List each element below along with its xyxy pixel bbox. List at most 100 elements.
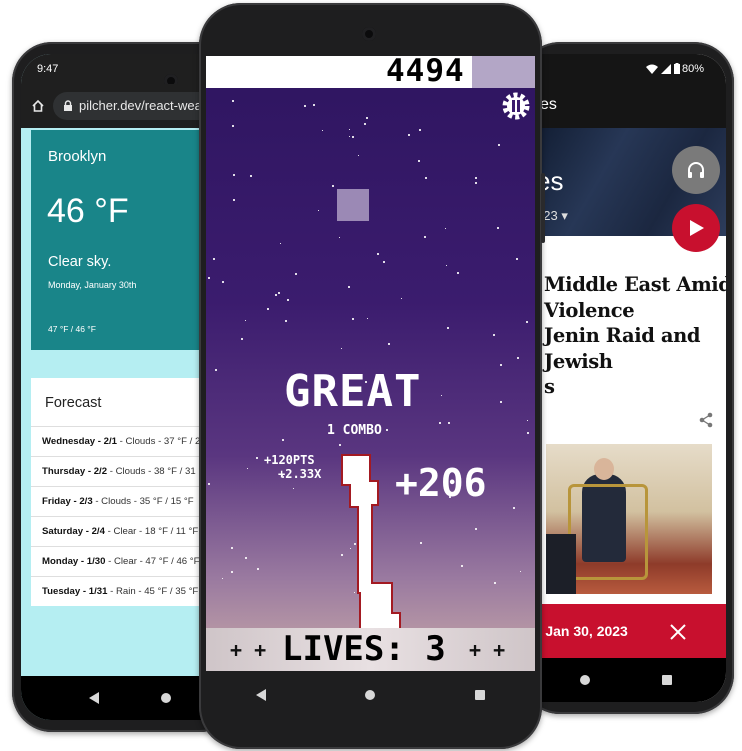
points-gained: +206 xyxy=(395,461,487,505)
star xyxy=(247,468,248,469)
recents-nav-icon[interactable] xyxy=(662,675,672,685)
combo-text: 1 COMBO xyxy=(327,423,382,438)
share-icon[interactable] xyxy=(698,412,714,428)
star xyxy=(245,320,246,321)
home-nav-icon[interactable] xyxy=(365,690,376,700)
star xyxy=(446,265,447,266)
star xyxy=(208,277,210,279)
star xyxy=(425,177,427,179)
forecast-info: - Clouds - 35 °F / 15 °F xyxy=(92,496,194,507)
star xyxy=(233,199,235,201)
star xyxy=(517,357,519,359)
current-temperature: 46 °F xyxy=(47,192,129,230)
star xyxy=(520,571,521,572)
falling-block xyxy=(337,189,369,221)
current-weather-card: Brooklyn 46 °F Clear sky. Monday, Januar… xyxy=(31,130,209,350)
star xyxy=(232,125,234,127)
status-time: 9:47 xyxy=(37,63,59,75)
lives-decor-left: + + xyxy=(230,638,267,662)
star xyxy=(527,420,528,421)
star xyxy=(475,528,477,530)
weather-date: Monday, January 30th xyxy=(48,280,137,290)
front-camera xyxy=(362,27,376,41)
star xyxy=(475,177,477,179)
star xyxy=(213,258,215,260)
audio-button[interactable] xyxy=(672,146,720,194)
home-nav-icon[interactable] xyxy=(161,693,171,703)
star xyxy=(366,117,368,119)
center-phone: 4494 GREAT 1 COMBO +120PTS +2.33X +206 +… xyxy=(199,3,545,749)
star xyxy=(500,364,502,366)
forecast-info: - Rain - 45 °F / 35 °F xyxy=(107,586,199,597)
forecast-row: Monday - 1/30 - Clear - 47 °F / 46 °F xyxy=(31,546,221,577)
star xyxy=(500,401,502,403)
article-photo[interactable] xyxy=(546,444,712,594)
forecast-day: Tuesday - 1/31 xyxy=(42,586,108,597)
back-icon[interactable] xyxy=(89,692,99,704)
close-icon[interactable] xyxy=(670,624,686,640)
star xyxy=(318,210,319,211)
forecast-info: - Clouds - 38 °F / 31 °F xyxy=(107,466,209,477)
home-nav-icon[interactable] xyxy=(580,675,590,685)
hero-banner: es 023 ▾ xyxy=(522,128,726,252)
star xyxy=(257,568,259,570)
star xyxy=(349,129,350,130)
star xyxy=(527,432,529,434)
star xyxy=(222,578,223,579)
forecast-card: Forecast Wednesday - 2/1 - Clouds - 37 °… xyxy=(31,378,221,606)
star xyxy=(267,308,269,310)
forecast-row: Saturday - 2/4 - Clear - 18 °F / 11 °F xyxy=(31,516,221,547)
home-icon[interactable] xyxy=(31,99,45,113)
forecast-day: Wednesday - 2/1 xyxy=(42,436,118,447)
play-button[interactable] xyxy=(672,204,720,252)
star xyxy=(419,129,421,131)
star xyxy=(208,483,210,485)
star xyxy=(448,422,450,424)
dropdown-icon[interactable]: ▾ xyxy=(561,208,568,223)
nav-bar xyxy=(206,675,535,715)
multiplier: +2.33X xyxy=(278,467,322,481)
lives-count: LIVES: 3 xyxy=(282,629,446,669)
forecast-row: Friday - 2/3 - Clouds - 35 °F / 15 °F xyxy=(31,486,221,517)
forecast-info: - Clear - 18 °F / 11 °F xyxy=(104,526,199,537)
star xyxy=(352,318,354,320)
star xyxy=(250,175,252,177)
star xyxy=(275,294,277,296)
lock-icon xyxy=(64,100,72,111)
star xyxy=(475,182,477,184)
forecast-info: - Clear - 47 °F / 46 °F xyxy=(105,556,200,567)
pause-settings-icon[interactable] xyxy=(500,90,532,122)
star xyxy=(386,429,388,431)
star xyxy=(215,369,217,371)
star xyxy=(313,104,315,106)
article-headline[interactable]: Middle East Amid Violence Jenin Raid and… xyxy=(544,272,726,400)
star xyxy=(231,571,233,573)
signal-icon xyxy=(661,64,671,74)
star xyxy=(447,327,449,329)
forecast-row: Wednesday - 2/1 - Clouds - 37 °F / 29 °F xyxy=(31,426,221,457)
star xyxy=(498,144,500,146)
live-banner[interactable]: w - Jan 30, 2023 xyxy=(522,604,726,660)
star xyxy=(349,136,350,137)
weather-condition: Clear sky. xyxy=(48,254,112,270)
game-screen[interactable]: 4494 GREAT 1 COMBO +120PTS +2.33X +206 +… xyxy=(206,56,535,671)
forecast-title: Forecast xyxy=(45,395,102,411)
star xyxy=(424,236,426,238)
forecast-day: Saturday - 2/4 xyxy=(42,526,105,537)
photo-chair xyxy=(568,484,648,580)
star xyxy=(401,298,402,299)
status-bar: 80% xyxy=(522,54,726,84)
star xyxy=(420,542,422,544)
recents-nav-icon[interactable] xyxy=(475,690,486,700)
star xyxy=(445,228,446,229)
score-progress xyxy=(472,56,535,88)
battery-percent: 80% xyxy=(682,63,705,75)
star xyxy=(304,105,306,107)
star xyxy=(457,272,459,274)
star xyxy=(287,299,289,301)
back-icon[interactable] xyxy=(255,689,266,701)
star xyxy=(358,155,359,156)
star xyxy=(339,444,341,446)
star xyxy=(278,292,280,294)
star xyxy=(408,134,410,136)
